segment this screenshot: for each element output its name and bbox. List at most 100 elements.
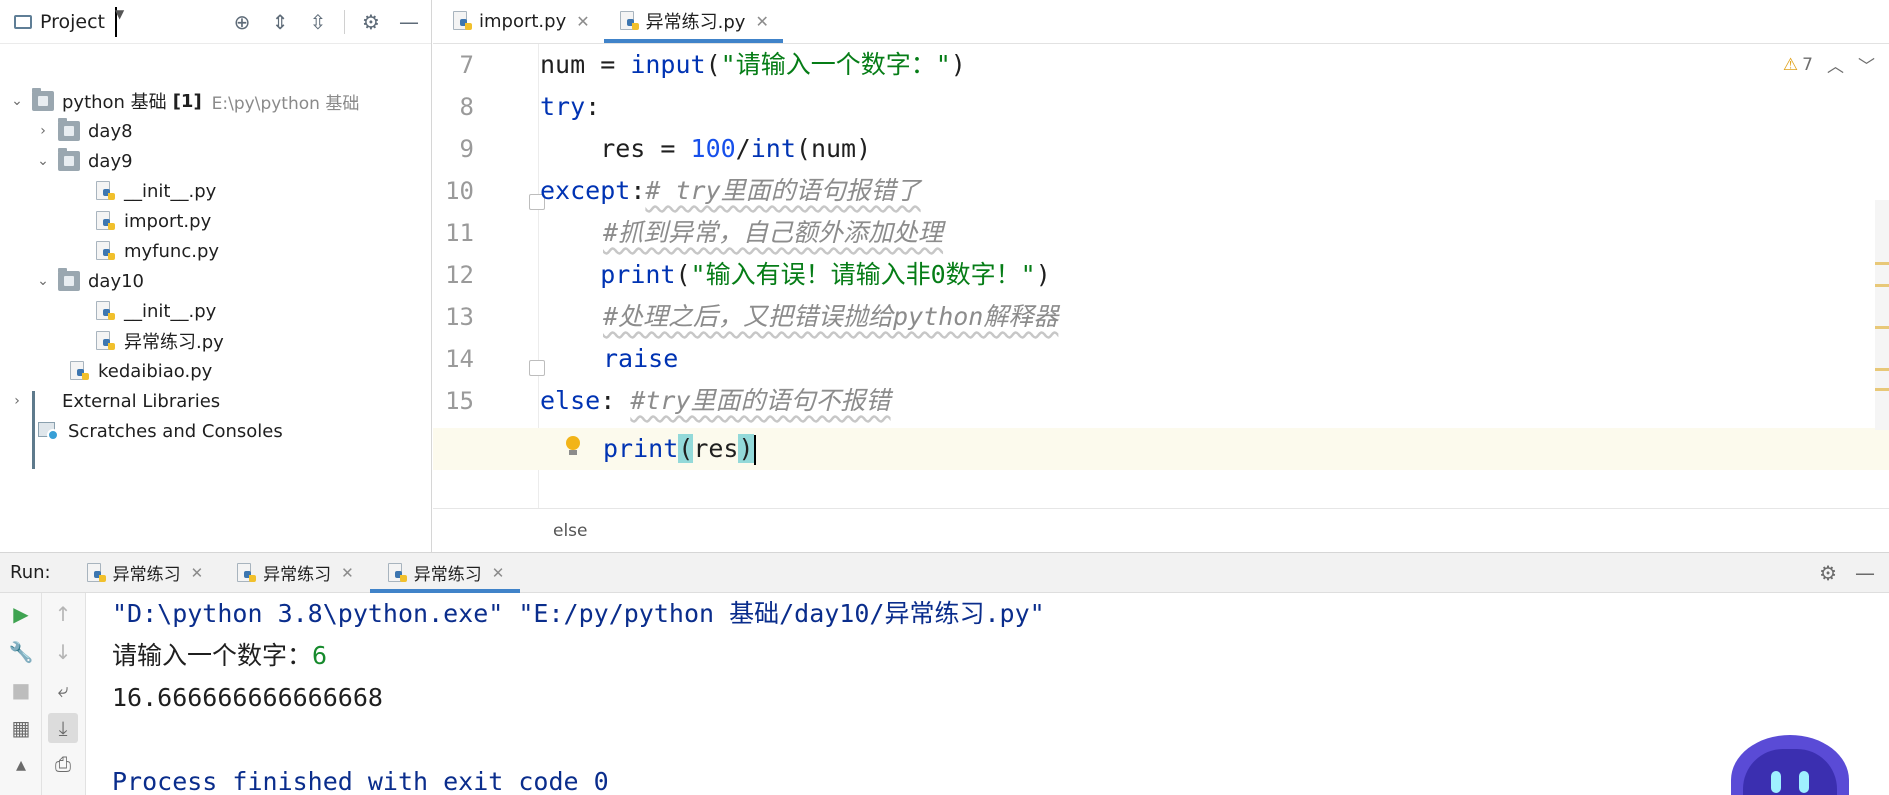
expand-all-icon[interactable]: ⇕ — [266, 8, 294, 36]
code-token: "请输入一个数字：" — [720, 50, 951, 79]
run-header: Run: 异常练习 ✕ 异常练习 ✕ 异常练习 ✕ ⚙ — — [0, 553, 1889, 593]
python-file-icon — [94, 211, 116, 231]
code-token: 100 — [690, 134, 736, 163]
code-line: #处理之后，又把错误抛给python解释器 — [603, 296, 1058, 338]
code-token: res = — [540, 134, 691, 163]
line-number: 11 — [445, 219, 474, 247]
code-token: num = — [540, 50, 631, 79]
python-file-icon — [386, 562, 408, 583]
line-number: 12 — [445, 261, 474, 289]
close-icon[interactable]: ✕ — [755, 12, 768, 31]
tree-item-import[interactable]: import.py — [94, 206, 211, 236]
print-icon[interactable]: ⎙ — [48, 749, 78, 779]
chevron-down-icon[interactable]: ⌄ — [8, 93, 26, 109]
editor: import.py ✕ 异常练习.py ✕ ⚠ 7 ︿ ﹀ 7 8 9 10 1… — [433, 0, 1889, 552]
layout-icon[interactable]: ▦ — [6, 713, 36, 743]
tree-item-day10-init[interactable]: __init__.py — [94, 296, 216, 326]
code-token: ( — [705, 50, 721, 79]
tree-item-label: import.py — [124, 210, 212, 232]
chevron-down-icon[interactable]: ⌄ — [34, 273, 52, 289]
code-token: / — [735, 134, 751, 163]
tree-item-day10[interactable]: ⌄ day10 — [34, 266, 144, 296]
chevron-down-icon[interactable]: ⌄ — [34, 153, 52, 169]
tree-item-kedaibiao[interactable]: kedaibiao.py — [68, 356, 212, 386]
minimize-icon[interactable]: — — [395, 8, 423, 36]
console-output[interactable]: "D:\python 3.8\python.exe" "E:/py/python… — [112, 593, 1889, 795]
run-tab[interactable]: 异常练习 ✕ — [69, 553, 220, 593]
close-icon[interactable]: ✕ — [576, 12, 589, 31]
code-token: res — [693, 434, 739, 463]
code-area[interactable]: num = input("请输入一个数字：") try: res = 100/i… — [433, 44, 1889, 508]
tree-item-label: 异常练习.py — [124, 332, 224, 353]
tree-root[interactable]: ⌄ python 基础 [1] E:\py\python 基础 — [8, 86, 359, 116]
code-line: except:# try里面的语句报错了 — [540, 170, 921, 212]
tree-item-day9[interactable]: ⌄ day9 — [34, 146, 133, 176]
tree-item-external-libraries[interactable]: › External Libraries — [8, 386, 220, 469]
tree-item-label: Scratches and Consoles — [68, 420, 283, 442]
tree-item-myfunc[interactable]: myfunc.py — [94, 236, 219, 266]
code-comment: # try里面的语句报错了 — [645, 176, 921, 205]
code-comment: #抓到异常，自己额外添加处理 — [603, 218, 944, 247]
tree-item-day9-init[interactable]: __init__.py — [94, 176, 216, 206]
code-comment: #处理之后，又把错误抛给python解释器 — [603, 302, 1059, 331]
tree-item-label: kedaibiao.py — [98, 360, 213, 382]
console-command: "D:\python 3.8\python.exe" "E:/py/python… — [112, 599, 1045, 628]
soft-wrap-icon[interactable]: ⤶ — [48, 675, 78, 705]
chevron-down-icon[interactable]: ▼ — [115, 6, 124, 37]
python-file-icon — [618, 11, 640, 31]
project-title[interactable]: Project — [40, 11, 105, 33]
gear-icon[interactable]: ⚙ — [1819, 561, 1837, 585]
error-stripe[interactable] — [1875, 200, 1889, 430]
close-icon[interactable]: ✕ — [341, 564, 354, 582]
project-view-icon — [14, 14, 32, 29]
python-file-icon — [451, 11, 473, 31]
gear-icon[interactable]: ⚙ — [357, 8, 385, 36]
close-icon[interactable]: ✕ — [492, 564, 505, 582]
tab-exception-practice[interactable]: 异常练习.py ✕ — [603, 0, 784, 43]
collapse-all-icon[interactable]: ⇳ — [304, 8, 332, 36]
code-line: #抓到异常，自己额外添加处理 — [603, 212, 943, 254]
scroll-to-end-icon[interactable]: ⤓ — [48, 713, 78, 743]
code-line: raise — [603, 338, 678, 380]
minimize-icon[interactable]: — — [1855, 561, 1875, 585]
code-line: else: #try里面的语句不报错 — [540, 380, 891, 422]
code-line: try: — [540, 86, 600, 128]
tree-item-scratches[interactable]: Scratches and Consoles — [38, 416, 283, 446]
line-number: 15 — [445, 387, 474, 415]
code-token: int — [750, 134, 796, 163]
tab-import-py[interactable]: import.py ✕ — [437, 0, 604, 43]
code-token: : — [600, 386, 631, 415]
close-icon[interactable]: ✕ — [191, 564, 204, 582]
code-token: raise — [603, 344, 679, 373]
chevron-right-icon[interactable]: › — [34, 123, 52, 139]
line-number: 14 — [445, 345, 474, 373]
code-token: input — [630, 50, 706, 79]
breadcrumb-item[interactable]: else — [553, 521, 588, 541]
run-tab[interactable]: 异常练习 ✕ — [219, 553, 370, 593]
lightbulb-icon[interactable] — [565, 436, 581, 458]
arrow-up-icon[interactable]: ↑ — [48, 599, 78, 629]
code-token: : — [585, 92, 601, 121]
console-user-input: 6 — [312, 641, 328, 670]
console-prompt: 请输入一个数字： — [112, 641, 313, 670]
console-finish: Process finished with exit code 0 — [112, 767, 609, 795]
code-token: ) — [738, 434, 754, 463]
chevron-right-icon[interactable]: › — [8, 393, 26, 409]
code-line: print(res) — [603, 428, 756, 470]
locate-icon[interactable]: ⊕ — [228, 8, 256, 36]
arrow-down-icon[interactable]: ↓ — [48, 637, 78, 667]
python-file-icon — [94, 331, 116, 351]
tree-item-day8[interactable]: › day8 — [34, 116, 133, 146]
root-name: python 基础 — [62, 92, 167, 113]
code-token: try — [540, 92, 586, 121]
wrench-icon[interactable]: 🔧 — [6, 637, 36, 667]
pin-icon[interactable]: ▴ — [6, 749, 36, 779]
folder-icon — [58, 118, 80, 141]
python-file-icon — [94, 301, 116, 321]
run-tab-active[interactable]: 异常练习 ✕ — [369, 553, 521, 593]
rerun-icon[interactable]: ▶ — [6, 599, 36, 629]
stop-icon[interactable]: ■ — [6, 675, 36, 705]
toolbar-divider — [344, 10, 345, 34]
tree-item-exception-practice[interactable]: 异常练习.py — [94, 326, 224, 356]
